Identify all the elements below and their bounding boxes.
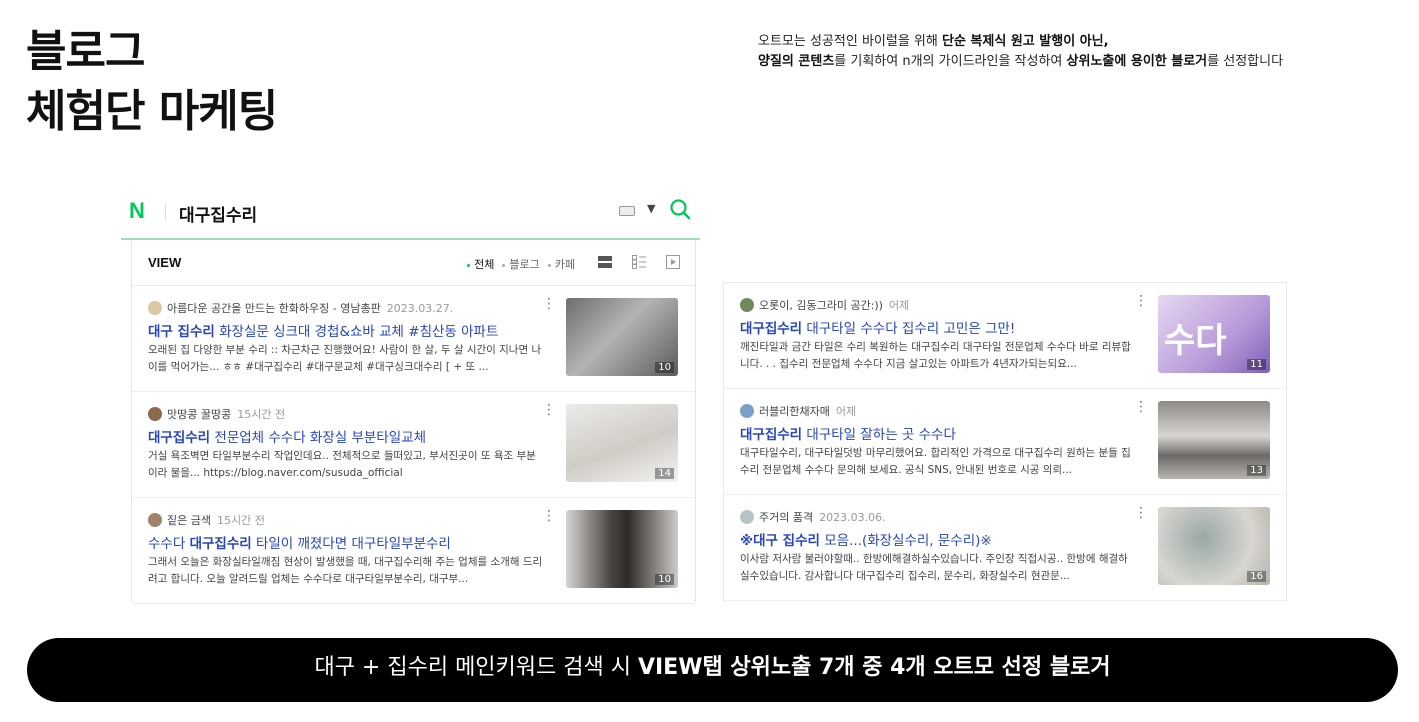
post-time: 15시간 전: [216, 514, 265, 527]
image-count: 10: [655, 362, 674, 373]
page-title: 블로그 체험단 마케팅: [26, 22, 278, 142]
author-name[interactable]: 오롯이, 김동그라미 공간:)): [759, 299, 883, 312]
thumbnail-text: 수다: [1164, 321, 1227, 361]
avatar: [740, 510, 754, 524]
item-meta: 맛땅콩 꿀땅콩 15시간 전: [148, 406, 285, 422]
avatar: [148, 301, 162, 315]
view-tab-label: VIEW: [148, 255, 182, 270]
image-count: 13: [1247, 465, 1266, 476]
item-meta: 주거의 품격 2023.03.06.: [740, 509, 886, 525]
item-snippet: 오래된 집 다양한 부분 수리 :: 차근차근 진행했어요! 사람이 한 살, …: [148, 344, 542, 373]
post-time: 15시간 전: [237, 408, 286, 421]
item-thumbnail[interactable]: 10: [566, 298, 678, 376]
intro-text-3: 를 선정합니다: [1207, 54, 1284, 69]
item-thumbnail[interactable]: 수다 11: [1158, 295, 1270, 373]
summary-banner: 대구 + 집수리 메인키워드 검색 시 VIEW탭 상위노출 7개 중 4개 오…: [27, 638, 1398, 702]
item-meta: 오롯이, 김동그라미 공간:)) 어제: [740, 297, 909, 313]
list-item[interactable]: 주거의 품격 2023.03.06. ⋮ ※대구 집수리 모음...(화장실수리,…: [724, 495, 1286, 601]
search-input[interactable]: 대구집수리: [179, 201, 257, 226]
banner-bold-text: VIEW탭 상위노출 7개 중 4개 오트모 선정 블로거: [637, 655, 1111, 680]
list-view-icon[interactable]: [598, 255, 612, 269]
item-snippet: 이사람 저사람 불러야할때.. 한방에해결하실수있습니다. 주인장 직접시공..…: [740, 553, 1128, 582]
more-icon[interactable]: ⋮: [542, 296, 556, 312]
more-icon[interactable]: ⋮: [542, 508, 556, 524]
title-line-1: 블로그: [26, 26, 145, 77]
keyboard-icon[interactable]: [619, 206, 635, 216]
item-meta: 러블리한채자매 어제: [740, 403, 856, 419]
search-icon[interactable]: [669, 198, 691, 220]
more-icon[interactable]: ⋮: [1134, 505, 1148, 521]
item-snippet: 깨진타일과 금간 타일은 수리 복원하는 대구집수리 대구타일 전문업체 수수다…: [740, 341, 1131, 370]
intro-text: 오트모는 성공적인 바이럴을 위해 단순 복제식 원고 발행이 아닌, 양질의 …: [758, 32, 1398, 72]
more-icon[interactable]: ⋮: [1134, 399, 1148, 415]
post-time: 어제: [888, 299, 910, 312]
filter-cafe[interactable]: 카페: [547, 256, 575, 272]
view-results-left: VIEW 전체 블로그 카페 아름다운 공간을 만드는 한화하우징 - 영남총판…: [131, 240, 696, 604]
search-divider: [165, 204, 166, 220]
item-headline[interactable]: 대구집수리 대구타일 수수다 집수리 고민은 그만!: [740, 317, 1140, 337]
video-view-icon[interactable]: [666, 255, 680, 269]
image-count: 14: [655, 468, 674, 479]
item-headline[interactable]: 대구집수리 전문업체 수수다 화장실 부분타일교체: [148, 426, 548, 446]
view-filters: 전체 블로그 카페: [467, 256, 575, 272]
intro-bold-2: 양질의 콘텐츠: [758, 54, 835, 69]
list-item[interactable]: 아름다운 공간을 만드는 한화하우징 - 영남총판 2023.03.27. ⋮ 대…: [132, 286, 695, 392]
author-name[interactable]: 맛땅콩 꿀땅콩: [167, 408, 231, 421]
banner-text: 대구 + 집수리 메인키워드 검색 시: [314, 655, 638, 680]
view-header: VIEW 전체 블로그 카페: [132, 240, 695, 286]
more-icon[interactable]: ⋮: [1134, 293, 1148, 309]
item-meta: 아름다운 공간을 만드는 한화하우징 - 영남총판 2023.03.27.: [148, 300, 453, 316]
author-name[interactable]: 아름다운 공간을 만드는 한화하우징 - 영남총판: [167, 302, 381, 315]
item-snippet: 거실 욕조벽면 타일부분수리 작업인데요.. 전체적으로 들떠있고, 부서진곳이…: [148, 450, 536, 479]
item-thumbnail[interactable]: 16: [1158, 507, 1270, 585]
intro-text-1: 오트모는 성공적인 바이럴을 위해: [758, 34, 942, 49]
avatar: [148, 513, 162, 527]
list-item[interactable]: 짙은 금색 15시간 전 ⋮ 수수다 대구집수리 타일이 깨졌다면 대구타일부분수…: [132, 498, 695, 604]
image-count: 16: [1247, 571, 1266, 582]
title-line-2: 체험단 마케팅: [26, 86, 278, 137]
image-count: 11: [1247, 359, 1266, 370]
author-name[interactable]: 주거의 품격: [759, 511, 813, 524]
item-headline[interactable]: 대구집수리 대구타일 잘하는 곳 수수다: [740, 423, 1140, 443]
author-name[interactable]: 러블리한채자매: [759, 405, 830, 418]
grid-view-icon[interactable]: [632, 255, 646, 269]
list-item[interactable]: 러블리한채자매 어제 ⋮ 대구집수리 대구타일 잘하는 곳 수수다 대구타일수리,…: [724, 389, 1286, 495]
item-thumbnail[interactable]: 10: [566, 510, 678, 588]
item-snippet: 대구타일수리, 대구타일덧방 마무리했어요. 합리적인 가격으로 대구집수리 원…: [740, 447, 1131, 476]
item-thumbnail[interactable]: 14: [566, 404, 678, 482]
post-time: 2023.03.27.: [386, 302, 454, 315]
avatar: [740, 298, 754, 312]
intro-bold-1: 단순 복제식 원고 발행이 아닌,: [941, 34, 1109, 49]
filter-all[interactable]: 전체: [467, 256, 494, 272]
post-time: 어제: [835, 405, 857, 418]
item-thumbnail[interactable]: 13: [1158, 401, 1270, 479]
intro-text-2: 를 기획하여 n개의 가이드라인을 작성하여: [834, 54, 1067, 69]
item-snippet: 그래서 오늘은 화장실타일깨짐 현상이 발생했을 때, 대구집수리해 주는 업체…: [148, 556, 543, 585]
naver-logo[interactable]: N: [129, 198, 145, 224]
dropdown-icon[interactable]: ▼: [647, 202, 655, 215]
intro-bold-3: 상위노출에 용이한 블로거: [1066, 54, 1208, 69]
item-headline[interactable]: 수수다 대구집수리 타일이 깨졌다면 대구타일부분수리: [148, 532, 548, 552]
filter-blog[interactable]: 블로그: [502, 256, 540, 272]
image-count: 10: [655, 574, 674, 585]
avatar: [740, 404, 754, 418]
list-item[interactable]: 맛땅콩 꿀땅콩 15시간 전 ⋮ 대구집수리 전문업체 수수다 화장실 부분타일교…: [132, 392, 695, 498]
avatar: [148, 407, 162, 421]
more-icon[interactable]: ⋮: [542, 402, 556, 418]
item-meta: 짙은 금색 15시간 전: [148, 512, 265, 528]
search-bar[interactable]: N 대구집수리 ▼: [121, 192, 700, 240]
item-headline[interactable]: 대구 집수리 화장실문 싱크대 경첩&쇼바 교체 #침산동 아파트: [148, 320, 548, 340]
item-headline[interactable]: ※대구 집수리 모음...(화장실수리, 문수리)※: [740, 529, 1140, 549]
list-item[interactable]: 오롯이, 김동그라미 공간:)) 어제 ⋮ 대구집수리 대구타일 수수다 집수리 …: [724, 283, 1286, 389]
author-name[interactable]: 짙은 금색: [167, 514, 211, 527]
post-time: 2023.03.06.: [819, 511, 886, 524]
view-results-right: 오롯이, 김동그라미 공간:)) 어제 ⋮ 대구집수리 대구타일 수수다 집수리 …: [723, 282, 1287, 602]
